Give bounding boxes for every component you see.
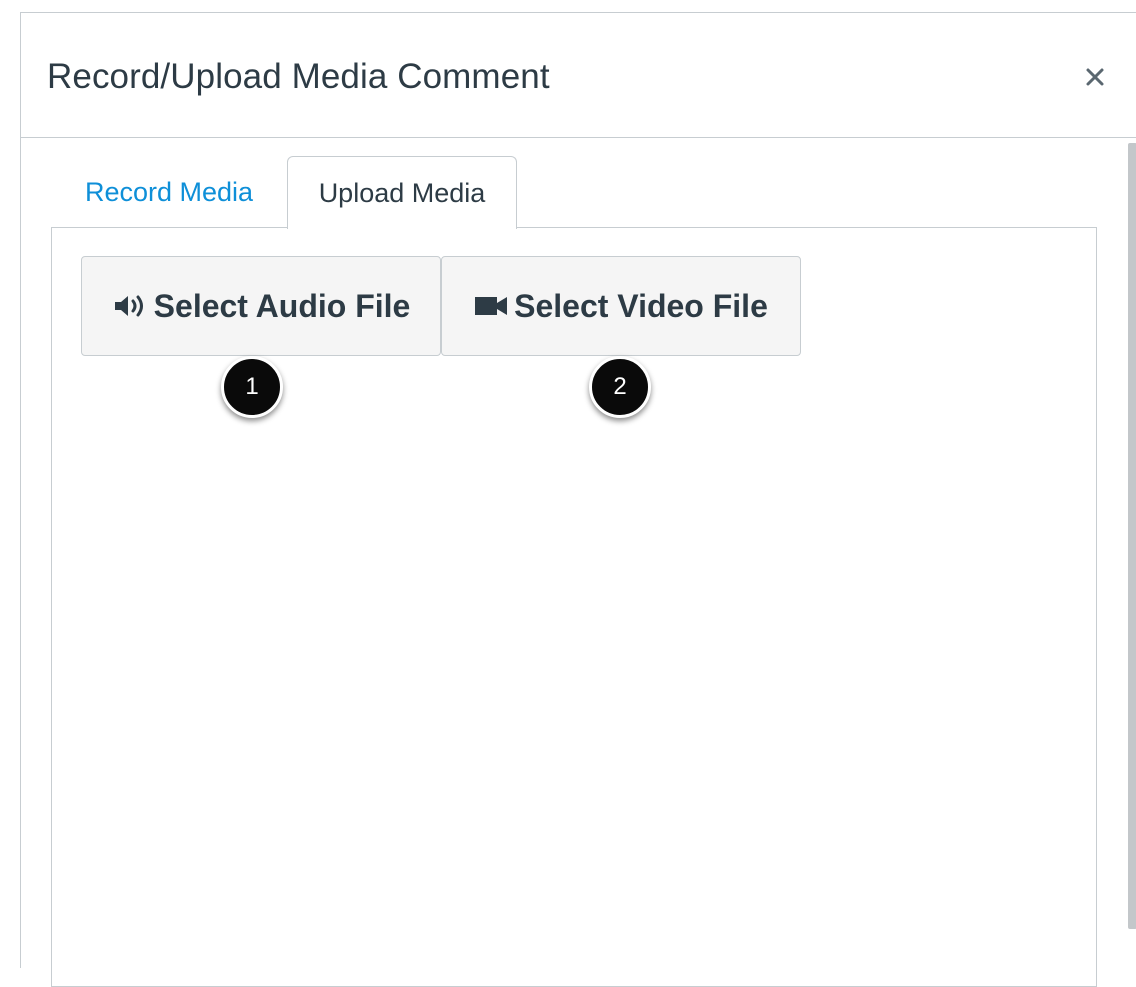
dialog-title: Record/Upload Media Comment bbox=[47, 57, 550, 96]
media-comment-dialog: Record/Upload Media Comment Record Media… bbox=[20, 12, 1136, 987]
tab-upload-media[interactable]: Upload Media bbox=[287, 156, 517, 229]
select-audio-file-label: Select Audio File bbox=[153, 287, 411, 324]
callout-badge-2: 2 bbox=[589, 356, 651, 418]
scrollbar[interactable] bbox=[1128, 143, 1136, 929]
speaker-icon bbox=[112, 291, 148, 321]
media-tabs: Record Media Upload Media bbox=[51, 156, 1097, 229]
close-icon bbox=[1086, 68, 1104, 86]
close-button[interactable] bbox=[1079, 61, 1111, 93]
callout-badge-1: 1 bbox=[221, 356, 283, 418]
select-video-file-button[interactable]: Select Video File bbox=[441, 256, 801, 356]
upload-media-panel: Select Audio File Select Video File bbox=[51, 227, 1097, 987]
dialog-header: Record/Upload Media Comment bbox=[21, 13, 1136, 138]
select-video-file-label: Select Video File bbox=[514, 287, 768, 324]
tab-record-media[interactable]: Record Media bbox=[51, 156, 287, 228]
video-camera-icon bbox=[474, 294, 508, 318]
select-audio-file-button[interactable]: Select Audio File bbox=[81, 256, 441, 356]
